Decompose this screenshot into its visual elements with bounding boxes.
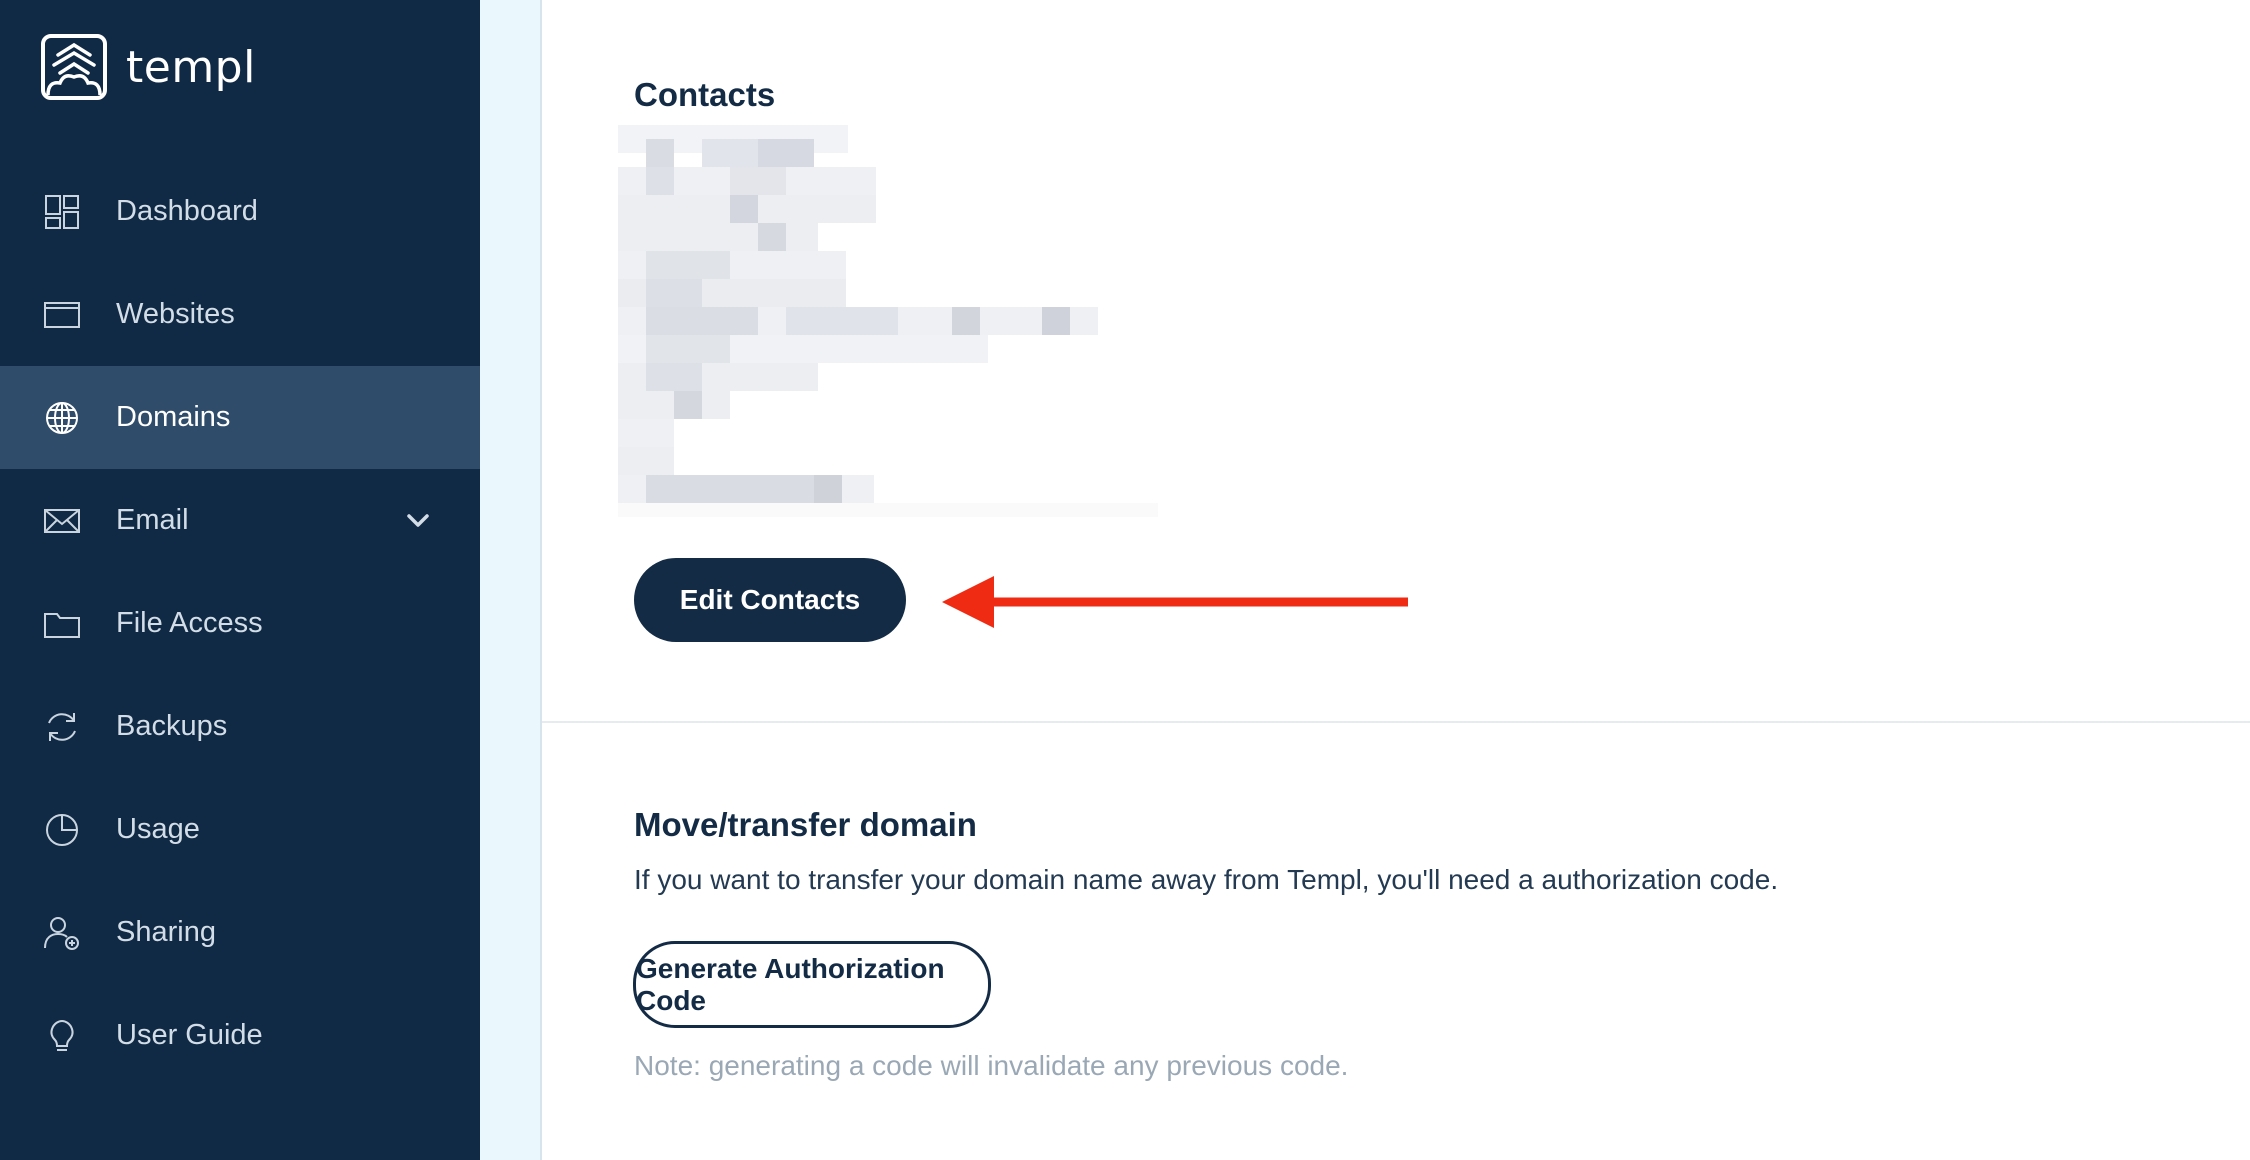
- pie-chart-icon: [44, 812, 80, 848]
- sidebar-item-file-access[interactable]: File Access: [0, 572, 480, 675]
- sidebar-item-sharing[interactable]: Sharing: [0, 881, 480, 984]
- sidebar-item-websites[interactable]: Websites: [0, 263, 480, 366]
- chevron-down-icon[interactable]: [404, 507, 432, 535]
- templ-logo-icon: [41, 34, 107, 100]
- sidebar-item-label: Usage: [116, 813, 200, 845]
- browser-window-icon: [44, 297, 80, 333]
- brand-name: templ: [126, 41, 256, 93]
- edit-contacts-button[interactable]: Edit Contacts: [634, 558, 906, 642]
- transfer-title: Move/transfer domain: [634, 806, 977, 843]
- user-add-icon: [44, 915, 80, 951]
- lightbulb-icon: [44, 1018, 80, 1054]
- sidebar: templ Dashboard Websites Domains Email F…: [0, 0, 480, 1160]
- sidebar-item-label: File Access: [116, 607, 263, 639]
- sidebar-item-domains[interactable]: Domains: [0, 366, 480, 469]
- sidebar-item-label: Websites: [116, 298, 235, 330]
- sidebar-item-label: Backups: [116, 710, 228, 742]
- content-gutter: [480, 0, 542, 1160]
- redacted-contact-info: [618, 125, 1158, 517]
- sidebar-item-label: Domains: [116, 401, 231, 433]
- section-divider: [542, 721, 2250, 723]
- sidebar-item-user-guide[interactable]: User Guide: [0, 984, 480, 1087]
- envelope-icon: [44, 503, 80, 539]
- folder-icon: [44, 606, 80, 642]
- generate-authorization-code-button[interactable]: Generate Authorization Code: [633, 941, 991, 1028]
- brand-logo[interactable]: templ: [40, 33, 256, 101]
- sidebar-item-label: Dashboard: [116, 195, 258, 227]
- sidebar-item-email[interactable]: Email: [0, 469, 480, 572]
- sidebar-item-label: Email: [116, 504, 189, 536]
- sidebar-item-dashboard[interactable]: Dashboard: [0, 160, 480, 263]
- contacts-title: Contacts: [634, 76, 776, 113]
- sidebar-item-label: User Guide: [116, 1019, 263, 1051]
- sidebar-item-label: Sharing: [116, 916, 216, 948]
- sidebar-nav: Dashboard Websites Domains Email File Ac…: [0, 160, 480, 1087]
- globe-icon: [44, 400, 80, 436]
- refresh-icon: [44, 709, 80, 745]
- transfer-note: Note: generating a code will invalidate …: [634, 1050, 1349, 1081]
- sidebar-item-backups[interactable]: Backups: [0, 675, 480, 778]
- dashboard-icon: [44, 194, 80, 230]
- main-content: Contacts Edit Contacts Move/transfer dom…: [542, 0, 2250, 1160]
- annotation-arrow-icon: [942, 576, 1408, 628]
- sidebar-item-usage[interactable]: Usage: [0, 778, 480, 881]
- transfer-description: If you want to transfer your domain name…: [634, 864, 1779, 895]
